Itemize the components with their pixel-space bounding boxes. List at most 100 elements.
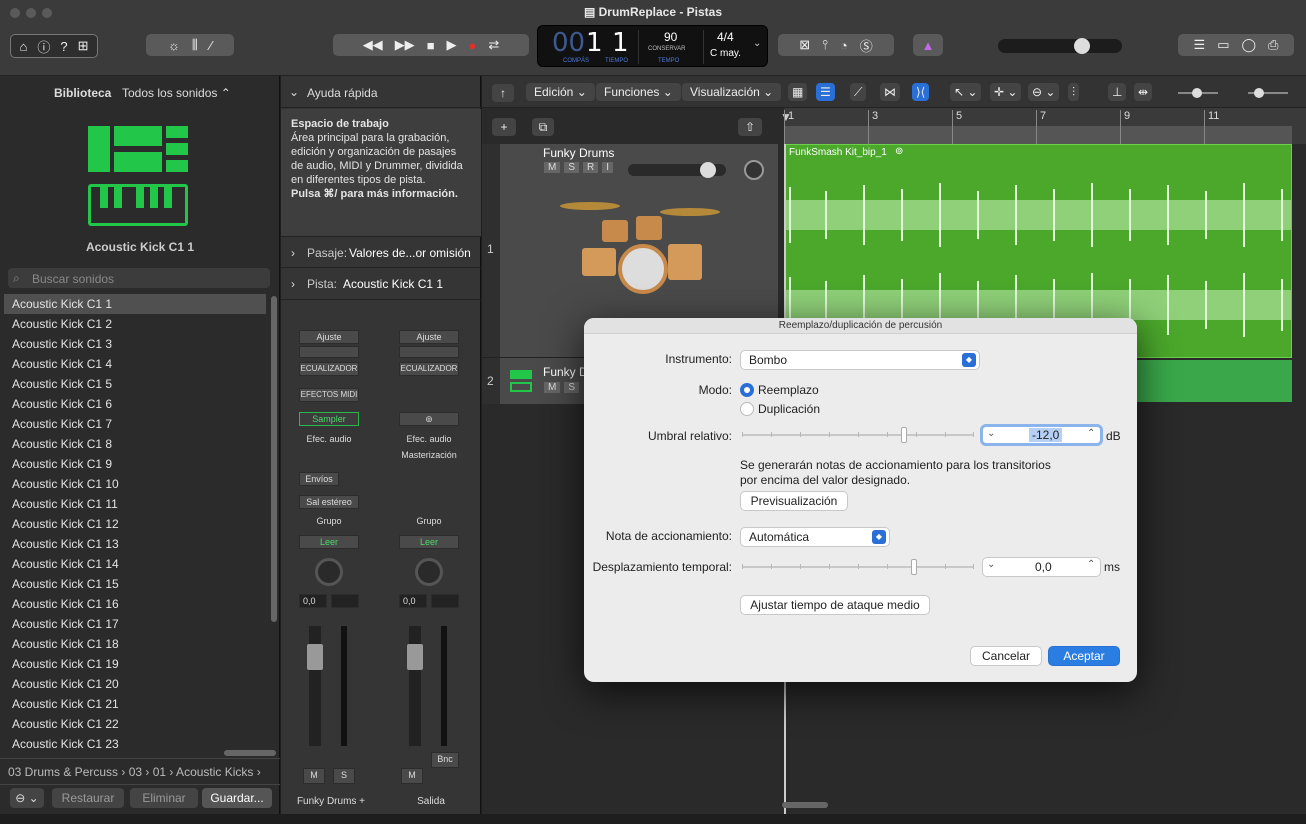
ch2-pan-knob[interactable] <box>415 558 443 586</box>
catch-playhead-icon[interactable]: ⇧ <box>738 118 762 136</box>
track-inspector-header[interactable]: › Pista: Acoustic Kick C1 1 <box>281 268 481 300</box>
ch1-audio-fx-slot[interactable]: Efec. audio <box>299 433 359 447</box>
library-item[interactable]: Acoustic Kick C1 12 <box>4 514 266 534</box>
decrement-chevron-icon[interactable]: ⌄ <box>987 559 995 570</box>
replace-icon[interactable]: ⊠ <box>799 37 810 53</box>
track-1-volume-slider[interactable] <box>628 162 726 178</box>
library-item[interactable]: Acoustic Kick C1 2 <box>4 314 266 334</box>
library-item[interactable]: Acoustic Kick C1 7 <box>4 414 266 434</box>
library-item[interactable]: Acoustic Kick C1 5 <box>4 374 266 394</box>
trigger-note-popup[interactable]: Automática ◆ <box>740 527 890 547</box>
library-path-breadcrumb[interactable]: 03 Drums & Percuss › 03 › 01 › Acoustic … <box>0 758 280 782</box>
decrement-chevron-icon[interactable]: ⌄ <box>987 428 995 439</box>
lcd-chevron-icon[interactable]: ⌄ <box>753 38 761 49</box>
record-icon[interactable]: ● <box>469 38 477 53</box>
ch1-eq-button[interactable]: ECUALIZADOR <box>299 362 359 376</box>
cycle-area[interactable] <box>784 126 1292 144</box>
ch1-midi-fx-slot[interactable]: EFECTOS MIDI <box>299 388 359 402</box>
ch2-group-slot[interactable]: Grupo <box>399 515 459 529</box>
region-inspector-header[interactable]: › Pasaje: Valores de...or omisión <box>281 236 481 268</box>
add-track-button[interactable]: + <box>492 118 516 136</box>
ch1-group-slot[interactable]: Grupo <box>299 515 359 529</box>
ch1-volume-fader[interactable] <box>307 626 323 746</box>
preview-button[interactable]: Previsualización <box>740 491 848 511</box>
increment-chevron-icon[interactable]: ⌃ <box>1087 428 1095 439</box>
stop-icon[interactable]: ■ <box>427 38 435 53</box>
waveform-zoom-icon[interactable]: ⫶ <box>1068 83 1080 101</box>
instrument-popup[interactable]: Bombo ◆ <box>740 350 980 370</box>
save-patch-button[interactable]: Guardar... <box>202 788 272 808</box>
ch2-audio-fx-slot[interactable]: Efec. audio <box>399 433 459 447</box>
library-item[interactable]: Acoustic Kick C1 15 <box>4 574 266 594</box>
library-action-menu[interactable]: ⊖ ⌄ <box>10 788 44 808</box>
loop-browser-icon[interactable]: ◯ <box>1241 37 1256 53</box>
ch1-output-slot[interactable]: Sal estéreo <box>299 495 359 509</box>
vertical-fit-icon[interactable]: ⊥ <box>1108 83 1127 101</box>
threshold-slider-thumb[interactable] <box>901 427 907 443</box>
count-in-icon[interactable]: ◔ <box>840 38 848 53</box>
mode-duplicate-label[interactable]: Duplicación <box>758 402 820 416</box>
threshold-slider[interactable] <box>742 427 974 444</box>
notepad-icon[interactable]: ▭ <box>1217 37 1229 53</box>
master-volume-knob[interactable] <box>1074 38 1090 54</box>
list-editors-icon[interactable]: ☰ <box>1194 37 1206 53</box>
edit-menu[interactable]: Edición ⌄ <box>526 83 595 101</box>
track-1-record[interactable]: R <box>583 162 599 173</box>
ch1-setting-button[interactable]: Ajuste <box>299 330 359 344</box>
offset-slider[interactable] <box>742 559 974 576</box>
delete-button[interactable]: Eliminar <box>130 788 198 808</box>
increment-chevron-icon[interactable]: ⌃ <box>1087 559 1095 570</box>
pencil-tool-icon[interactable]: ✛ ⌄ <box>990 83 1022 101</box>
automation-icon[interactable]: ⟋ <box>850 83 867 101</box>
grid-view-icon[interactable]: ▦ <box>788 83 808 101</box>
lcd-display[interactable]: 00 1 1 COMPÁS TIEMPO 90 CONSERVAR TEMPO … <box>537 25 768 67</box>
threshold-stepper[interactable]: ⌄ -12,0 ⌃ <box>980 424 1103 446</box>
list-view-icon[interactable]: ☰ <box>816 83 835 101</box>
library-item[interactable]: Acoustic Kick C1 4 <box>4 354 266 374</box>
offset-stepper[interactable]: ⌄ 0,0 ⌃ <box>982 557 1101 577</box>
view-menu[interactable]: Visualización ⌄ <box>682 83 782 101</box>
ch2-eq-button[interactable]: ECUALIZADOR <box>399 362 459 376</box>
track-1-input[interactable]: I <box>602 162 614 173</box>
ch2-mastering-slot[interactable]: Masterización <box>399 449 459 463</box>
ch1-solo-button[interactable]: S <box>333 768 355 784</box>
ch1-automation-mode[interactable]: Leer <box>299 535 359 549</box>
track-2-solo[interactable]: S <box>564 382 580 393</box>
restore-button[interactable]: Restaurar <box>52 788 124 808</box>
forward-icon[interactable]: ▶▶ <box>395 37 415 53</box>
library-item[interactable]: Acoustic Kick C1 14 <box>4 554 266 574</box>
track-1-mute[interactable]: M <box>544 162 561 173</box>
functions-menu[interactable]: Funciones ⌄ <box>596 83 681 101</box>
vertical-zoom-slider[interactable] <box>1178 88 1218 98</box>
track-2-mute[interactable]: M <box>544 382 561 393</box>
library-item[interactable]: Acoustic Kick C1 11 <box>4 494 266 514</box>
library-item[interactable]: Acoustic Kick C1 22 <box>4 714 266 734</box>
cycle-icon[interactable]: ⇄ <box>488 37 499 53</box>
offset-slider-thumb[interactable] <box>911 559 917 575</box>
duplicate-track-icon[interactable]: ⧉ <box>532 118 554 136</box>
library-item[interactable]: Acoustic Kick C1 18 <box>4 634 266 654</box>
threshold-value[interactable]: -12,0 <box>1029 428 1063 442</box>
metronome-icon[interactable]: ▲ <box>913 34 943 56</box>
library-item[interactable]: Acoustic Kick C1 10 <box>4 474 266 494</box>
tuner-icon[interactable]: ⫯ <box>822 37 828 53</box>
ch2-link-icon[interactable]: ⊚ <box>399 412 459 426</box>
library-item[interactable]: Acoustic Kick C1 16 <box>4 594 266 614</box>
quick-help-header[interactable]: ⌄ Ayuda rápida <box>281 76 481 108</box>
horizontal-zoom-slider[interactable] <box>1248 88 1288 98</box>
ch1-sends-slot[interactable]: Envíos <box>299 472 339 486</box>
toolbar-toggle-icon[interactable]: ⊞ <box>78 38 89 54</box>
browsers-icon[interactable]: ⎙ <box>1268 37 1278 53</box>
quick-help-icon[interactable]: ? <box>60 39 67 54</box>
master-volume-slider[interactable] <box>998 38 1122 54</box>
accept-button[interactable]: Aceptar <box>1048 646 1120 666</box>
library-item[interactable]: Acoustic Kick C1 17 <box>4 614 266 634</box>
pointer-tool-icon[interactable]: ↖ ⌄ <box>950 83 982 101</box>
snap-icon[interactable]: ⟩⟨ <box>912 83 930 101</box>
flex-icon[interactable]: ⋈ <box>880 83 900 101</box>
library-search-field[interactable]: ⌕ Buscar sonidos <box>8 268 270 288</box>
mode-replace-label[interactable]: Reemplazo <box>758 383 819 397</box>
library-item[interactable]: Acoustic Kick C1 3 <box>4 334 266 354</box>
tracks-h-scrollbar[interactable] <box>782 802 828 808</box>
ch2-automation-mode[interactable]: Leer <box>399 535 459 549</box>
